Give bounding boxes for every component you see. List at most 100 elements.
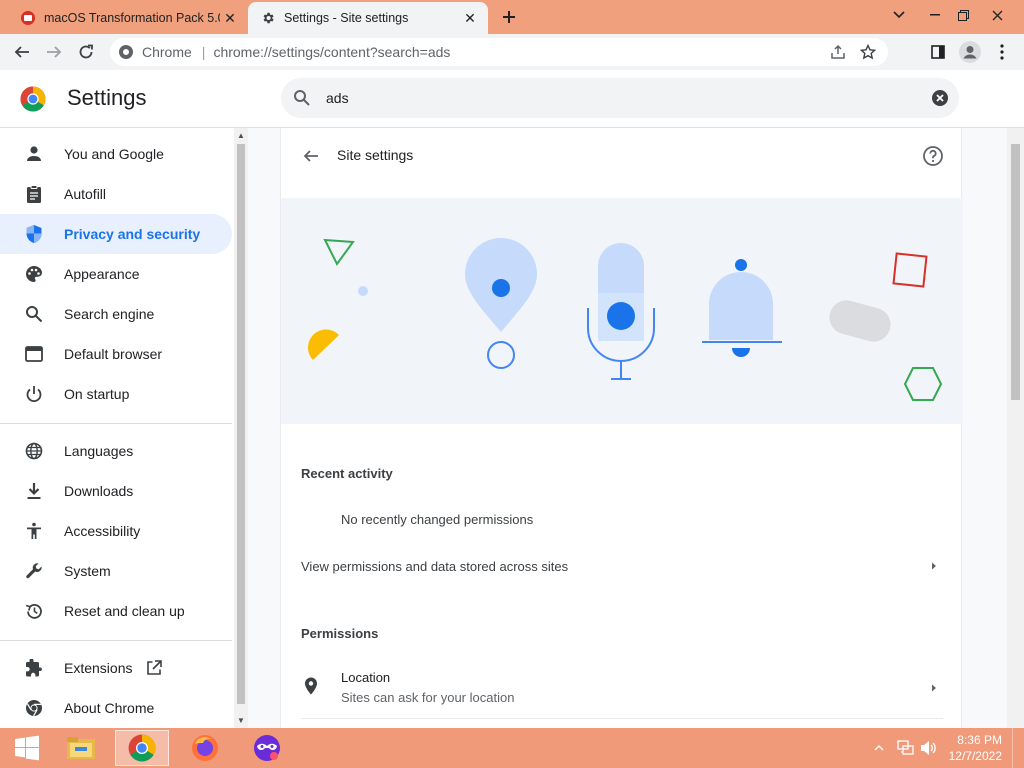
firefox-taskbar-button[interactable] [178,730,232,766]
arrow-right-icon [932,684,936,692]
view-permissions-row[interactable]: View permissions and data stored across … [281,544,963,588]
page-title: Settings [67,85,147,110]
sidebar: You and Google Autofill Privacy and secu… [0,128,234,728]
download-icon [22,479,46,503]
tab-macos-pack[interactable]: macOS Transformation Pack 5.0 | ✕ [8,2,248,34]
sidebar-item-you-and-google[interactable]: You and Google [0,134,232,174]
sidebar-item-label: You and Google [64,146,164,162]
view-permissions-label: View permissions and data stored across … [301,559,569,574]
scroll-up-arrow-icon[interactable]: ▲ [237,131,245,140]
hexagon-shape [903,367,943,401]
triangle-shape [323,238,355,266]
help-icon[interactable] [921,144,945,168]
tab-search-chevron-icon[interactable] [882,0,916,30]
sidebar-item-label: Default browser [64,346,163,362]
sidebar-item-label: About Chrome [64,700,155,716]
site-info[interactable]: Chrome [110,44,192,60]
location-subtitle: Sites can ask for your location [341,690,515,705]
sidebar-item-on-startup[interactable]: On startup [0,374,232,414]
windows-logo-icon [15,735,39,761]
sidebar-item-system[interactable]: System [0,551,232,591]
incognito-app-taskbar-button[interactable] [240,730,294,766]
location-pin-icon [305,677,317,695]
main-area: You and Google Autofill Privacy and secu… [0,128,1024,728]
gear-icon [260,10,276,26]
side-panel-icon[interactable] [924,38,952,66]
sidebar-item-accessibility[interactable]: Accessibility [0,511,232,551]
show-desktop-button[interactable] [1012,728,1024,768]
forward-arrow-icon[interactable] [40,38,68,66]
firefox-icon [192,735,218,761]
tab-site-settings[interactable]: Settings - Site settings ✕ [248,2,488,34]
search-icon [22,302,46,326]
globe-icon [22,439,46,463]
omnibox-site-label: Chrome [142,44,192,60]
title-bar: macOS Transformation Pack 5.0 | ✕ Settin… [0,0,1024,34]
close-tab-icon[interactable]: ✕ [220,8,240,28]
settings-header: Settings [0,70,1024,128]
sidebar-item-label: On startup [64,386,130,402]
new-tab-button[interactable] [498,6,520,28]
clipboard-icon [22,182,46,206]
tab-title: macOS Transformation Pack 5.0 | [44,11,220,25]
sidebar-item-search-engine[interactable]: Search engine [0,294,232,334]
back-arrow-icon[interactable] [299,144,323,168]
search-icon [294,90,310,106]
external-link-icon [146,660,163,676]
location-pin-icon [465,238,537,369]
sidebar-item-about-chrome[interactable]: About Chrome [0,688,232,728]
menu-kebab-icon[interactable] [988,38,1016,66]
volume-tray[interactable] [920,738,938,758]
sidebar-scrollbar-thumb[interactable] [237,144,245,704]
close-tab-icon[interactable]: ✕ [460,8,480,28]
sidebar-item-appearance[interactable]: Appearance [0,254,232,294]
search-input[interactable] [326,86,906,110]
notification-bell-icon [702,259,782,357]
main-scrollbar-thumb[interactable] [1011,144,1020,400]
sidebar-item-label: Reset and clean up [64,603,185,619]
site-settings-card: Site settings Recent activity No recentl… [280,128,963,728]
sidebar-item-privacy-and-security[interactable]: Privacy and security [0,214,232,254]
profile-avatar[interactable] [956,38,984,66]
network-tray[interactable] [897,738,915,758]
reload-icon[interactable] [72,38,100,66]
start-button[interactable] [0,730,54,766]
sidebar-item-label: Languages [64,443,134,459]
clear-search-icon[interactable] [931,89,949,107]
sidebar-item-label: Search engine [64,306,155,322]
sidebar-item-label: Privacy and security [64,226,201,242]
location-permission-row[interactable]: Location Sites can ask for your location [281,664,963,714]
show-hidden-icons[interactable] [874,738,884,758]
sidebar-item-autofill[interactable]: Autofill [0,174,232,214]
file-explorer-taskbar-button[interactable] [54,730,108,766]
square-shape [892,252,928,288]
site-settings-illustration [281,198,963,424]
shield-icon [22,222,46,246]
browser-icon [22,342,46,366]
wrench-icon [22,559,46,583]
sidebar-item-label: Appearance [64,266,140,282]
restore-button[interactable] [946,0,980,30]
sidebar-item-default-browser[interactable]: Default browser [0,334,232,374]
clock-date: 12/7/2022 [948,749,1002,763]
main-scrollbar[interactable] [1007,128,1024,728]
sidebar-item-downloads[interactable]: Downloads [0,471,232,511]
scroll-down-arrow-icon[interactable]: ▼ [237,716,245,725]
sidebar-item-extensions[interactable]: Extensions [0,648,232,688]
share-icon[interactable] [824,38,852,66]
chrome-icon [128,734,156,762]
palette-icon [22,262,46,286]
taskbar-clock[interactable]: 8:36 PM 12/7/2022 [949,732,1002,764]
sidebar-item-languages[interactable]: Languages [0,431,232,471]
clock-time: 8:36 PM [957,733,1002,747]
chrome-icon [22,696,46,720]
sidebar-scrollbar[interactable]: ▲ ▼ [234,128,248,728]
address-bar[interactable]: Chrome | chrome://settings/content?searc… [110,38,888,66]
file-explorer-icon [67,737,95,759]
sidebar-item-reset-and-clean-up[interactable]: Reset and clean up [0,591,232,631]
bookmark-star-icon[interactable] [854,38,882,66]
chrome-taskbar-button[interactable] [115,730,169,766]
close-window-button[interactable] [980,0,1014,30]
row-divider [301,718,943,719]
back-arrow-icon[interactable] [8,38,36,66]
